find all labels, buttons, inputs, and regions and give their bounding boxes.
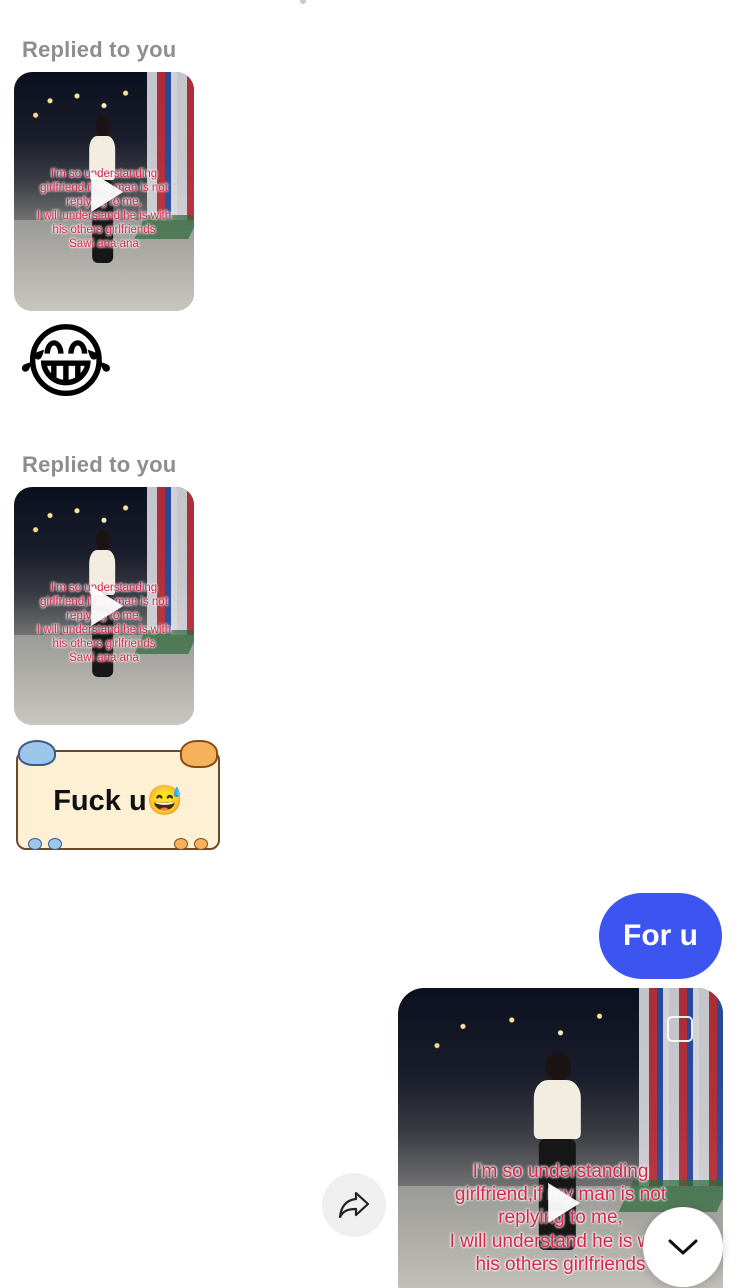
scroll-to-bottom-button[interactable] — [643, 1207, 723, 1287]
chevron-down-icon — [668, 1239, 698, 1255]
paw-icon — [174, 838, 188, 850]
play-icon[interactable] — [547, 1183, 580, 1223]
select-square-icon — [667, 1016, 693, 1042]
video-message-thumbnail[interactable]: I'm so understanding girlfriend,if my ma… — [14, 487, 194, 725]
share-arrow-icon — [338, 1191, 370, 1219]
reaction-emoji: 😂 — [18, 315, 114, 410]
dog-icon — [18, 740, 56, 766]
play-icon[interactable] — [91, 586, 124, 626]
paw-icon — [48, 838, 62, 850]
top-indicator — [300, 0, 306, 4]
sticker-message[interactable]: Fuck u😅 — [14, 740, 222, 852]
video-message-thumbnail[interactable]: I'm so understanding girlfriend,if my ma… — [14, 72, 194, 311]
share-button[interactable] — [322, 1173, 386, 1237]
cat-icon — [180, 740, 218, 768]
replied-label: Replied to you — [22, 452, 177, 477]
paw-icon — [28, 838, 42, 850]
replied-label: Replied to you — [22, 37, 177, 62]
my-message-bubble[interactable]: For u — [599, 893, 722, 979]
paw-icon — [194, 838, 208, 850]
sticker-text: Fuck u😅 — [53, 785, 183, 817]
play-icon[interactable] — [91, 171, 124, 212]
chat-thread: Replied to you I'm so understanding girl… — [0, 0, 736, 1288]
